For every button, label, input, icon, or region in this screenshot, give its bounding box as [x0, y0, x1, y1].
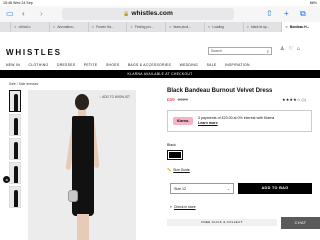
site-logo[interactable]: WHISTLES: [6, 48, 62, 57]
browser-tab[interactable]: ✕ Frozen Ha...: [87, 22, 127, 32]
sale-price: £69: [167, 97, 175, 102]
ruler-icon: 📏: [167, 168, 172, 172]
colour-swatch-black[interactable]: [167, 150, 183, 160]
location-pin-icon: ⌖: [170, 205, 172, 209]
original-price: £229: [177, 97, 188, 102]
browser-tab[interactable]: ✕ Annotation...: [48, 22, 88, 32]
click-collect-banner[interactable]: FREE CLICK & COLLECT: [167, 219, 277, 226]
klarna-panel: Klarna. 3 payments of £23.00 at 0% inter…: [167, 110, 312, 132]
status-time: 15:48 Wed 24 Sep: [3, 1, 33, 5]
battery-level: 86%: [309, 1, 317, 5]
nav-new-in[interactable]: NEW IN: [6, 61, 20, 69]
close-tab-icon[interactable]: ✕: [208, 25, 211, 29]
size-value: Size 12: [174, 187, 186, 191]
back-icon[interactable]: ‹: [22, 9, 25, 19]
close-tab-icon[interactable]: ✕: [247, 25, 250, 29]
klarna-text: 3 payments of £23.00 at 0% interest with…: [198, 116, 308, 126]
forward-icon[interactable]: ›: [40, 9, 43, 19]
product-rating[interactable]: ★★★★☆(1): [282, 97, 307, 102]
product-thumbnail[interactable]: [9, 186, 21, 208]
main-nav: NEW IN CLOTHING DRESSES PETITE SHOES BAG…: [6, 61, 316, 69]
chat-button[interactable]: CHAT: [281, 217, 320, 229]
new-tab-icon[interactable]: +: [284, 9, 289, 19]
breadcrumb[interactable]: Sale / Sale dresses: [9, 82, 38, 86]
account-icon[interactable]: ♙: [280, 46, 284, 52]
size-guide-link[interactable]: 📏 Size Guide: [167, 168, 190, 172]
review-count: (1): [301, 98, 307, 102]
product-thumbnail[interactable]: [9, 138, 21, 160]
product-thumbnail[interactable]: [9, 114, 21, 136]
handbag-prop: [68, 190, 78, 202]
promo-banner[interactable]: KLARNA AVAILABLE AT CHECKOUT: [0, 70, 320, 78]
nav-clothing[interactable]: CLOTHING: [29, 61, 49, 69]
browser-tab[interactable]: ✕ citi.tsd.u: [10, 22, 49, 32]
address-bar[interactable]: 🔒 whistles.com: [62, 8, 234, 20]
lock-icon: 🔒: [123, 11, 130, 17]
close-tab-icon[interactable]: ✕: [169, 25, 172, 29]
search-icon[interactable]: ⌕: [267, 48, 269, 55]
nav-petite[interactable]: PETITE: [84, 61, 98, 69]
colour-label: Black: [167, 143, 176, 147]
klarna-logo: Klarna.: [173, 117, 193, 125]
add-to-wishlist-button[interactable]: ♡ ADD TO WISHLIST: [99, 95, 130, 99]
header-icons: ♙ ♡ ⌂: [280, 46, 304, 52]
tabs-overview-icon[interactable]: ⧉: [300, 9, 306, 19]
size-select[interactable]: Size 12 ⌄: [170, 183, 234, 194]
product-price: £69 £229: [167, 97, 188, 102]
star-rating-icon: ★★★★☆: [282, 98, 301, 102]
product-title: Black Bandeau Burnout Velvet Dress: [167, 88, 273, 94]
nav-dresses[interactable]: DRESSES: [57, 61, 75, 69]
browser-tab[interactable]: ✕ team pizol...: [165, 22, 204, 32]
chevron-down-icon: ⌄: [226, 187, 230, 191]
browser-toolbar: ▭ ‹ › 🔒 whistles.com ⇧ + ⧉: [0, 6, 320, 22]
browser-tab[interactable]: ✕ black tri-sp...: [242, 22, 282, 32]
scroll-handle-icon[interactable]: ◂: [3, 176, 10, 183]
close-tab-icon[interactable]: ✕: [285, 25, 288, 29]
nav-shoes[interactable]: SHOES: [106, 61, 119, 69]
nav-wedding[interactable]: WEDDING: [180, 61, 199, 69]
search-input[interactable]: Search ⌕: [208, 47, 272, 55]
klarna-learn-more-link[interactable]: Learn more: [198, 121, 308, 126]
thumbnail-strip: [9, 90, 23, 210]
check-in-store-link[interactable]: ⌖ Check in store: [170, 205, 196, 209]
browser-tab[interactable]: ✕ Finding pro...: [126, 22, 165, 32]
add-to-bag-button[interactable]: ADD TO BAG: [238, 183, 312, 194]
browser-tab[interactable]: ✕ Loading: [203, 22, 243, 32]
sidebar-toggle-icon[interactable]: ▭: [6, 9, 14, 19]
wishlist-icon[interactable]: ♡: [288, 46, 292, 52]
tab-bar: ✕ citi.tsd.u ✕ Annotation... ✕ Frozen Ha...…: [0, 22, 320, 32]
close-tab-icon[interactable]: ✕: [130, 25, 133, 29]
url-text: whistles.com: [131, 10, 173, 17]
nav-sale[interactable]: SALE: [207, 61, 217, 69]
product-thumbnail[interactable]: [9, 162, 21, 184]
product-main-image[interactable]: ♡ ADD TO WISHLIST: [28, 90, 136, 240]
product-thumbnail[interactable]: [9, 90, 21, 112]
close-tab-icon[interactable]: ✕: [53, 25, 56, 29]
nav-inspiration[interactable]: INSPIRATION: [225, 61, 250, 69]
share-icon[interactable]: ⇧: [266, 9, 273, 19]
browser-tab-active[interactable]: ✕ Bandeau H...: [281, 22, 320, 32]
close-tab-icon[interactable]: ✕: [14, 25, 17, 29]
search-placeholder: Search: [211, 49, 222, 53]
nav-bags-accessories[interactable]: BAGS & ACCESSORIES: [128, 61, 171, 69]
bag-icon[interactable]: ⌂: [297, 46, 300, 52]
close-tab-icon[interactable]: ✕: [92, 25, 95, 29]
